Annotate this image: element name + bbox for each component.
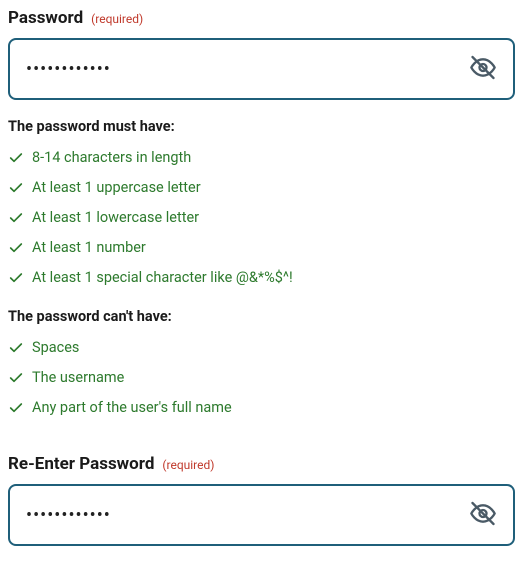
confirm-password-input[interactable] bbox=[8, 484, 515, 546]
list-item: 8-14 characters in length bbox=[8, 149, 515, 166]
password-field-group: Password (required) bbox=[8, 8, 515, 100]
check-icon bbox=[8, 340, 24, 356]
cant-have-list: Spaces The username Any part of the user… bbox=[8, 339, 515, 416]
must-have-heading: The password must have: bbox=[8, 118, 515, 135]
password-required-tag: (required) bbox=[91, 12, 143, 26]
eye-off-icon bbox=[469, 500, 497, 531]
req-text: At least 1 special character like @&*%$^… bbox=[32, 269, 293, 286]
toggle-confirm-password-visibility-button[interactable] bbox=[463, 494, 503, 537]
check-icon bbox=[8, 150, 24, 166]
check-icon bbox=[8, 270, 24, 286]
confirm-password-label: Re-Enter Password bbox=[8, 454, 154, 474]
list-item: At least 1 lowercase letter bbox=[8, 209, 515, 226]
list-item: Spaces bbox=[8, 339, 515, 356]
toggle-password-visibility-button[interactable] bbox=[463, 48, 503, 91]
req-text: At least 1 uppercase letter bbox=[32, 179, 201, 196]
req-text: Any part of the user's full name bbox=[32, 399, 232, 416]
password-label: Password bbox=[8, 8, 83, 28]
req-text: 8-14 characters in length bbox=[32, 149, 191, 166]
list-item: At least 1 number bbox=[8, 239, 515, 256]
list-item: At least 1 uppercase letter bbox=[8, 179, 515, 196]
password-input[interactable] bbox=[8, 38, 515, 100]
must-have-list: 8-14 characters in length At least 1 upp… bbox=[8, 149, 515, 286]
password-must-have-section: The password must have: 8-14 characters … bbox=[8, 118, 515, 286]
req-text: At least 1 number bbox=[32, 239, 146, 256]
password-label-row: Password (required) bbox=[8, 8, 515, 28]
eye-off-icon bbox=[469, 54, 497, 85]
req-text: At least 1 lowercase letter bbox=[32, 209, 199, 226]
check-icon bbox=[8, 240, 24, 256]
confirm-password-input-wrapper bbox=[8, 484, 515, 546]
req-text: Spaces bbox=[32, 339, 79, 356]
list-item: The username bbox=[8, 369, 515, 386]
check-icon bbox=[8, 400, 24, 416]
list-item: At least 1 special character like @&*%$^… bbox=[8, 269, 515, 286]
confirm-password-label-row: Re-Enter Password (required) bbox=[8, 454, 515, 474]
confirm-password-required-tag: (required) bbox=[162, 458, 214, 472]
cant-have-heading: The password can't have: bbox=[8, 308, 515, 325]
password-cant-have-section: The password can't have: Spaces The user… bbox=[8, 308, 515, 416]
confirm-password-field-group: Re-Enter Password (required) bbox=[8, 454, 515, 546]
password-input-wrapper bbox=[8, 38, 515, 100]
check-icon bbox=[8, 370, 24, 386]
check-icon bbox=[8, 180, 24, 196]
list-item: Any part of the user's full name bbox=[8, 399, 515, 416]
req-text: The username bbox=[32, 369, 124, 386]
check-icon bbox=[8, 210, 24, 226]
